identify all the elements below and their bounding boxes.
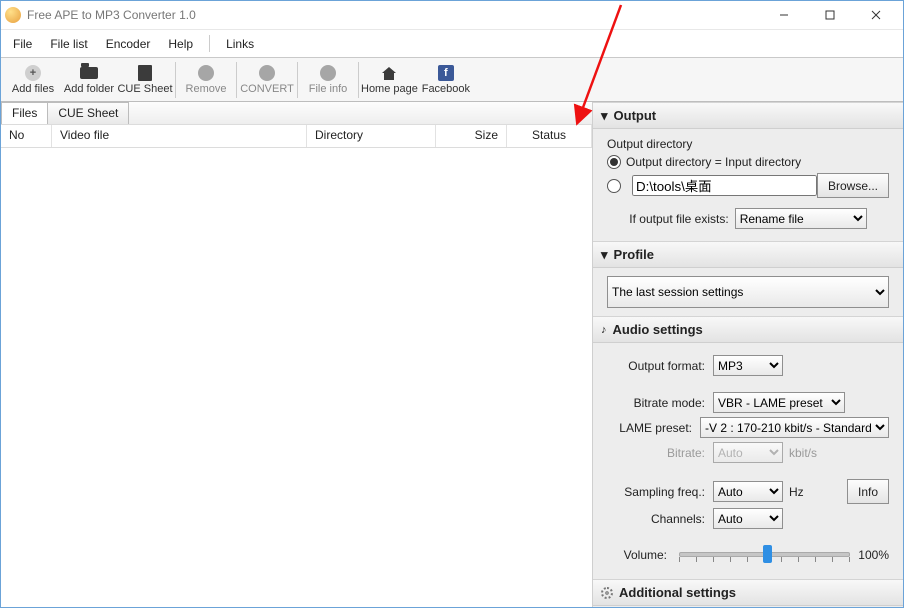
output-directory-label: Output directory — [607, 137, 889, 151]
plus-icon: + — [25, 65, 41, 81]
window-title: Free APE to MP3 Converter 1.0 — [27, 8, 196, 22]
minimize-button[interactable] — [761, 2, 807, 29]
gear-icon — [601, 587, 613, 599]
menu-separator — [209, 35, 210, 52]
file-list-pane: Files CUE Sheet No Video file Directory … — [1, 102, 593, 608]
home-page-button[interactable]: Home page — [361, 59, 418, 101]
toolbar: + Add files Add folder CUE Sheet Remove … — [1, 58, 903, 102]
menu-links[interactable]: Links — [218, 34, 262, 54]
cue-sheet-button[interactable]: CUE Sheet — [117, 59, 173, 101]
volume-slider[interactable] — [679, 543, 850, 567]
convert-button: CONVERT — [239, 59, 295, 101]
menu-bar: File File list Encoder Help Links — [1, 30, 903, 58]
output-format-select[interactable]: MP3 — [713, 355, 783, 376]
circle-icon — [259, 65, 275, 81]
note-icon: ♪ — [601, 324, 607, 336]
channels-select[interactable]: Auto — [713, 508, 783, 529]
profile-section-header[interactable]: ▾ Profile — [593, 241, 903, 268]
tab-cuesheet[interactable]: CUE Sheet — [47, 102, 129, 124]
menu-file[interactable]: File — [5, 34, 40, 54]
add-folder-button[interactable]: Add folder — [61, 59, 117, 101]
file-info-button: File info — [300, 59, 356, 101]
col-no[interactable]: No — [1, 125, 52, 147]
add-files-button[interactable]: + Add files — [5, 59, 61, 101]
maximize-button[interactable] — [807, 2, 853, 29]
menu-filelist[interactable]: File list — [42, 34, 95, 54]
title-bar: Free APE to MP3 Converter 1.0 — [1, 1, 903, 30]
chevron-down-icon: ▾ — [601, 108, 608, 124]
col-status[interactable]: Status — [507, 125, 592, 147]
circle-icon — [198, 65, 214, 81]
menu-help[interactable]: Help — [160, 34, 201, 54]
profile-select[interactable]: The last session settings — [607, 276, 889, 308]
if-exists-select[interactable]: Rename file — [735, 208, 867, 229]
col-directory[interactable]: Directory — [307, 125, 436, 147]
document-icon — [138, 65, 152, 81]
tab-files[interactable]: Files — [1, 102, 48, 124]
output-section-header[interactable]: ▾ Output — [593, 102, 903, 129]
if-exists-label: If output file exists: — [629, 212, 728, 226]
info-button[interactable]: Info — [847, 479, 889, 504]
circle-icon — [320, 65, 336, 81]
additional-section-header[interactable]: Additional settings — [593, 579, 903, 606]
menu-encoder[interactable]: Encoder — [98, 34, 159, 54]
facebook-icon: f — [438, 65, 454, 81]
settings-pane: ▾ Output Output directory Output directo… — [593, 102, 903, 608]
lame-preset-select[interactable]: -V 2 : 170-210 kbit/s - Standard — [700, 417, 889, 438]
sampling-freq-select[interactable]: Auto — [713, 481, 783, 502]
col-size[interactable]: Size — [436, 125, 507, 147]
file-list-header: No Video file Directory Size Status — [1, 124, 592, 148]
chevron-down-icon: ▾ — [601, 247, 608, 263]
radio-output-custom[interactable] — [607, 179, 626, 193]
radio-output-same[interactable]: Output directory = Input directory — [607, 155, 801, 169]
folder-icon — [80, 67, 98, 79]
col-video[interactable]: Video file — [52, 125, 307, 147]
browse-button[interactable]: Browse... — [817, 173, 889, 198]
output-path-input[interactable] — [632, 175, 817, 196]
close-button[interactable] — [853, 2, 899, 29]
app-icon — [5, 7, 21, 23]
facebook-button[interactable]: f Facebook — [418, 59, 474, 101]
bitrate-mode-select[interactable]: VBR - LAME preset — [713, 392, 845, 413]
audio-section-header[interactable]: ♪ Audio settings — [593, 316, 903, 343]
home-icon — [380, 64, 398, 82]
remove-button: Remove — [178, 59, 234, 101]
bitrate-select: Auto — [713, 442, 783, 463]
